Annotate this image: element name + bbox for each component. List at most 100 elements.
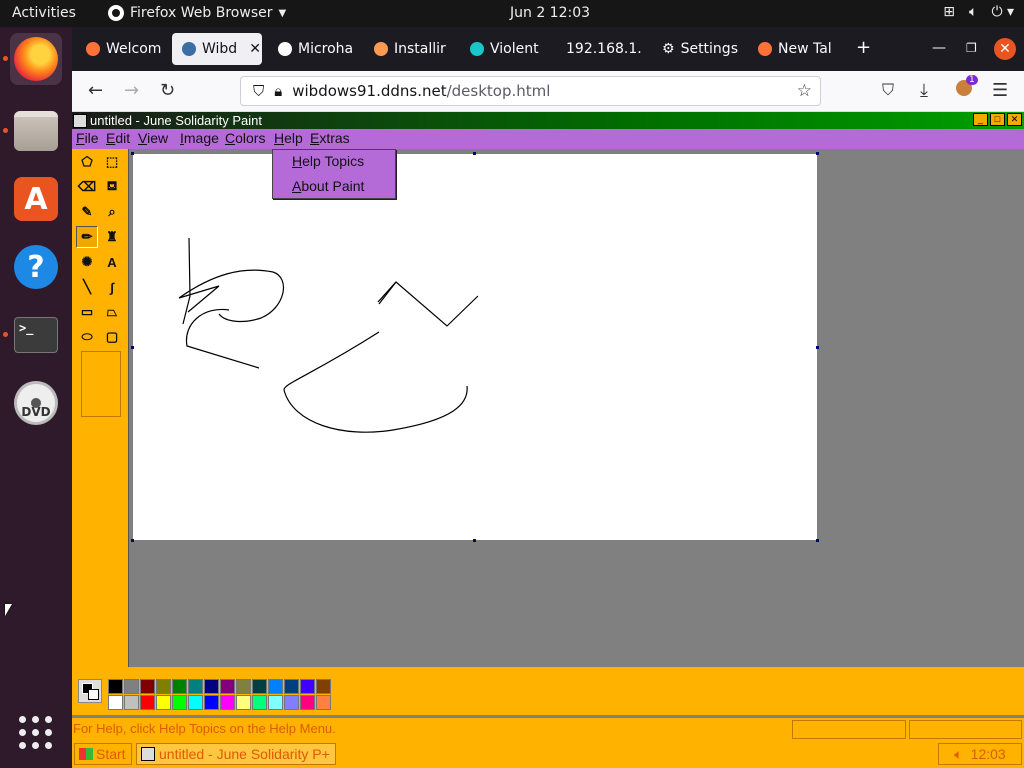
menu-image[interactable]: Image [180, 130, 219, 146]
paint-close-icon[interactable]: ✕ [1007, 113, 1022, 126]
palette-swatch[interactable] [140, 679, 155, 694]
palette-swatch[interactable] [316, 679, 331, 694]
tab-wibdows[interactable]: Wibd ✕ [172, 33, 262, 65]
palette-swatch[interactable] [220, 695, 235, 710]
menu-colors[interactable]: Colors [225, 130, 265, 146]
eraser-tool-icon[interactable]: ⌫ [76, 176, 98, 198]
hamburger-menu-icon[interactable]: ☰ [992, 80, 1008, 101]
dock-software[interactable]: A [10, 173, 62, 225]
palette-swatch[interactable] [236, 695, 251, 710]
pocket-icon[interactable]: ⛉ [882, 80, 894, 100]
activities-button[interactable]: Activities [12, 5, 76, 21]
bookmark-star-icon[interactable]: ☆ [797, 81, 812, 101]
reload-icon[interactable]: ↻ [160, 80, 175, 101]
paint-maximize-icon[interactable]: □ [990, 113, 1005, 126]
pencil-tool-icon[interactable]: ✏ [76, 226, 98, 248]
polygon-tool-icon[interactable]: ⏢ [101, 301, 123, 323]
fill-tool-icon[interactable]: ⛾ [101, 176, 123, 198]
curve-tool-icon[interactable]: ∫ [101, 276, 123, 298]
back-icon[interactable]: ← [88, 80, 103, 101]
palette-swatch[interactable] [316, 695, 331, 710]
palette-swatch[interactable] [124, 695, 139, 710]
menu-help[interactable]: Help [274, 130, 303, 146]
palette-swatch[interactable] [140, 695, 155, 710]
canvas-resize-handle[interactable] [473, 152, 476, 155]
network-icon[interactable]: ⊞ [943, 4, 955, 20]
free-select-tool-icon[interactable]: ⬠ [76, 151, 98, 173]
speaker-tray-icon[interactable]: 🔈︎ [954, 746, 962, 763]
dock-terminal[interactable]: >_ [3, 309, 62, 361]
menu-edit[interactable]: Edit [106, 130, 130, 146]
volume-icon[interactable]: 🔈︎ [969, 4, 977, 20]
paint-minimize-icon[interactable]: _ [973, 113, 988, 126]
menu-view[interactable]: View [138, 130, 168, 146]
magnifier-tool-icon[interactable]: ⌕ [101, 201, 123, 223]
ellipse-tool-icon[interactable]: ⬭ [76, 326, 98, 348]
current-colors-indicator[interactable] [78, 679, 102, 703]
canvas-resize-handle[interactable] [131, 346, 134, 349]
menu-file[interactable]: File [76, 130, 99, 146]
forward-icon[interactable]: → [124, 80, 139, 101]
palette-swatch[interactable] [172, 679, 187, 694]
drawing-canvas[interactable] [133, 154, 817, 540]
rect-select-tool-icon[interactable]: ⬚ [101, 151, 123, 173]
tab-microhack[interactable]: Microha [268, 33, 358, 65]
dock-files[interactable] [3, 105, 62, 157]
menu-item-help-topics[interactable]: Help Topics [273, 151, 395, 173]
new-tab-button[interactable]: + [856, 37, 871, 58]
canvas-resize-handle[interactable] [131, 152, 134, 155]
page-info-icon[interactable]: 🔒︎ [274, 82, 282, 100]
show-apps-button[interactable] [10, 707, 62, 759]
app-menu[interactable]: Firefox Web Browser ▼ [108, 5, 286, 21]
url-bar[interactable]: ⛉ 🔒︎ wibdows91.ddns.net/desktop.html ☆ [240, 76, 821, 106]
tab-ip-address[interactable]: 192.168.1. [556, 33, 648, 65]
palette-swatch[interactable] [204, 695, 219, 710]
airbrush-tool-icon[interactable]: ✺ [76, 251, 98, 273]
palette-swatch[interactable] [284, 679, 299, 694]
palette-swatch[interactable] [268, 679, 283, 694]
taskbar-clock[interactable]: 12:03 [971, 746, 1006, 762]
color-picker-tool-icon[interactable]: ✎ [76, 201, 98, 223]
close-tab-icon[interactable]: ✕ [249, 41, 261, 57]
canvas-resize-handle[interactable] [816, 539, 819, 542]
restore-window-icon[interactable]: ❐ [966, 41, 977, 55]
rounded-rect-tool-icon[interactable]: ▢ [101, 326, 123, 348]
palette-swatch[interactable] [124, 679, 139, 694]
palette-swatch[interactable] [188, 695, 203, 710]
rectangle-tool-icon[interactable]: ▭ [76, 301, 98, 323]
palette-swatch[interactable] [188, 679, 203, 694]
canvas-resize-handle[interactable] [816, 346, 819, 349]
downloads-icon[interactable]: ⤓ [920, 80, 928, 101]
palette-swatch[interactable] [220, 679, 235, 694]
text-tool-icon[interactable]: A [101, 251, 123, 273]
tab-installing[interactable]: Installir [364, 33, 454, 65]
tab-new-tab[interactable]: New Tal [748, 33, 838, 65]
brush-tool-icon[interactable]: ♜ [101, 226, 123, 248]
canvas-resize-handle[interactable] [473, 539, 476, 542]
tool-options-panel[interactable] [81, 351, 121, 417]
palette-swatch[interactable] [236, 679, 251, 694]
taskbar-paint-button[interactable]: untitled - June Solidarity P+ [136, 743, 336, 765]
palette-swatch[interactable] [252, 695, 267, 710]
top-bar-clock[interactable]: Jun 2 12:03 [510, 5, 590, 21]
palette-swatch[interactable] [284, 695, 299, 710]
tab-settings[interactable]: ⚙ Settings [652, 33, 746, 65]
tab-violentmonkey[interactable]: Violent [460, 33, 550, 65]
palette-swatch[interactable] [108, 695, 123, 710]
palette-swatch[interactable] [300, 679, 315, 694]
extension-icon[interactable]: 1 [956, 75, 978, 101]
palette-swatch[interactable] [300, 695, 315, 710]
palette-swatch[interactable] [268, 695, 283, 710]
palette-swatch[interactable] [252, 679, 267, 694]
palette-swatch[interactable] [108, 679, 123, 694]
line-tool-icon[interactable]: ╲ [76, 276, 98, 298]
tab-welcome[interactable]: Welcom [76, 33, 166, 65]
canvas-resize-handle[interactable] [131, 539, 134, 542]
system-tray[interactable]: ⊞ 🔈︎ ⏻ ▾ [943, 4, 1014, 20]
power-icon[interactable]: ⏻ ▾ [991, 4, 1014, 20]
shield-icon[interactable]: ⛉ [253, 82, 264, 100]
palette-swatch[interactable] [156, 679, 171, 694]
menu-extras[interactable]: Extras [310, 130, 350, 146]
palette-swatch[interactable] [156, 695, 171, 710]
dock-firefox[interactable] [3, 33, 62, 85]
